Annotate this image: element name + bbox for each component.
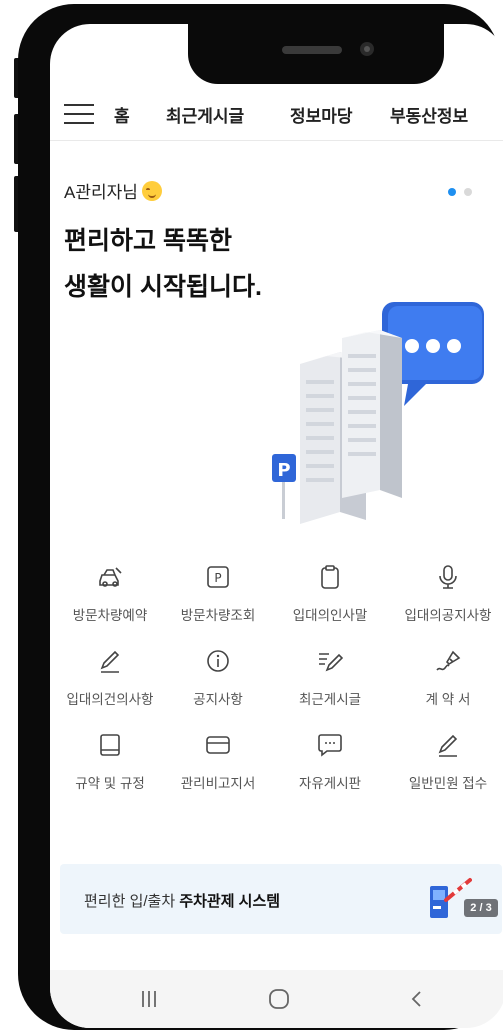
svg-text:P: P	[277, 460, 290, 481]
menu-label: 계 약 서	[425, 692, 471, 707]
menu-committee-notice[interactable]: 입대의공지사항	[390, 564, 503, 624]
menu-label: 공지사항	[193, 692, 243, 707]
svg-text:P: P	[214, 571, 221, 585]
menu-visit-car-reservation[interactable]: 방문차량예약	[52, 564, 168, 624]
car-icon	[99, 567, 122, 587]
home-icon[interactable]	[264, 984, 294, 1014]
nav-divider	[50, 140, 503, 141]
nav-home[interactable]: 홈	[114, 102, 130, 127]
menu-label: 입대의공지사항	[404, 608, 492, 623]
notch	[188, 24, 444, 84]
menu-label: 최근게시글	[298, 692, 362, 707]
microphone-icon	[439, 565, 457, 589]
menu-recent-posts[interactable]: 최근게시글	[272, 648, 388, 708]
nav-info[interactable]: 정보마당	[290, 102, 353, 127]
menu-committee-greeting[interactable]: 입대의인사말	[272, 564, 388, 624]
greeting: A관리자님	[64, 178, 162, 203]
front-camera	[360, 42, 374, 56]
banner-text-prefix: 편리한 입/출차	[84, 893, 180, 910]
screen: 홈 최근게시글 정보마당 부동산정보 A관리자님 편리하고 똑똑한 생활이 시작…	[50, 24, 503, 1028]
clipboard-icon	[321, 565, 339, 589]
back-icon[interactable]	[402, 984, 432, 1014]
banner-pager: 2 / 3	[464, 899, 498, 917]
headline-line-1: 편리하고 똑똑한	[64, 227, 232, 255]
menu-label: 입대의건의사항	[66, 692, 154, 707]
card-icon	[206, 736, 230, 754]
menu-label: 입대의인사말	[292, 608, 368, 623]
menu-label: 방문차량조회	[180, 608, 256, 623]
menu-general-complaint[interactable]: 일반민원 접수	[390, 732, 503, 792]
menu-label: 방문차량예약	[72, 608, 148, 623]
parking-sign-icon: P	[272, 454, 296, 519]
carousel-dot[interactable]	[448, 188, 456, 196]
menu-maintenance-bill[interactable]: 관리비고지서	[160, 732, 276, 792]
menu-contract[interactable]: 계 약 서	[390, 648, 503, 708]
parking-system-banner[interactable]: 편리한 입/출차 주차관제 시스템 2 / 3	[60, 864, 502, 934]
headline-line-2: 생활이 시작됩니다.	[64, 273, 262, 301]
book-icon	[100, 734, 120, 756]
carousel-indicator	[448, 188, 472, 196]
list-edit-icon	[319, 653, 343, 672]
carousel-dot[interactable]	[464, 188, 472, 196]
system-nav-bar	[50, 970, 503, 1028]
buildings	[300, 330, 402, 524]
greeting-text: A관리자님	[64, 183, 138, 202]
parking-icon: P	[207, 566, 229, 588]
info-icon	[207, 650, 229, 672]
menu-label: 관리비고지서	[180, 776, 256, 791]
banner-text: 편리한 입/출차 주차관제 시스템	[84, 890, 280, 911]
smile-emoji-icon	[141, 180, 162, 201]
apartment-illustration: P	[272, 302, 484, 524]
menu-visit-car-lookup[interactable]: P 방문차량조회	[160, 564, 276, 624]
speaker	[282, 46, 342, 54]
chat-icon	[318, 734, 342, 757]
menu-rules[interactable]: 규약 및 규정	[52, 732, 168, 792]
nav-real-estate[interactable]: 부동산정보	[390, 102, 468, 127]
menu-label: 일반민원 접수	[408, 776, 488, 791]
hero-headline: 편리하고 똑똑한 생활이 시작됩니다.	[64, 218, 262, 310]
menu-label: 규약 및 규정	[75, 776, 145, 791]
menu-notice[interactable]: 공지사항	[160, 648, 276, 708]
top-nav: 홈 최근게시글 정보마당 부동산정보	[50, 88, 503, 140]
nav-recent-posts[interactable]: 최근게시글	[166, 102, 244, 127]
menu-free-board[interactable]: 자유게시판	[272, 732, 388, 792]
recent-apps-icon[interactable]	[134, 984, 164, 1014]
banner-text-bold: 주차관제 시스템	[179, 893, 281, 910]
menu-committee-suggestion[interactable]: 입대의건의사항	[52, 648, 168, 708]
pencil-icon	[100, 650, 120, 673]
pencil-icon	[438, 734, 458, 757]
menu-label: 자유게시판	[298, 776, 362, 791]
fountain-pen-icon	[436, 650, 461, 671]
phone-frame: 홈 최근게시글 정보마당 부동산정보 A관리자님 편리하고 똑똑한 생활이 시작…	[18, 4, 503, 1030]
hamburger-menu-icon[interactable]	[64, 104, 94, 124]
